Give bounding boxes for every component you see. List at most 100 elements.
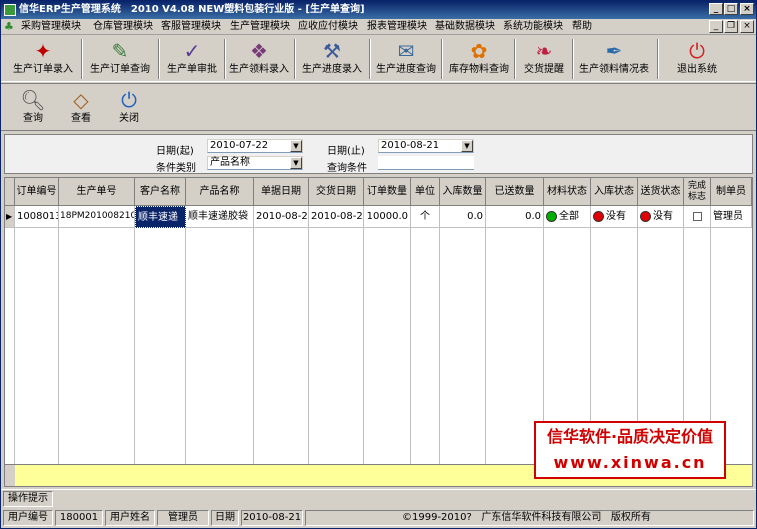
menu-basic-data[interactable]: 基础数据模块 (435, 20, 495, 34)
condition-input[interactable] (378, 156, 474, 170)
chevron-down-icon[interactable]: ▼ (461, 140, 473, 152)
cell-delivery-status[interactable]: 没有 (638, 206, 684, 228)
table-header: 订单编号 生产单号 客户名称 产品名称 单据日期 交货日期 订单数量 单位 入库… (5, 178, 752, 206)
query-button[interactable]: 🔍︎ 查询 (13, 87, 53, 129)
date-from-picker[interactable]: 2010-07-22 ▼ (207, 139, 303, 153)
row-indicator: ▶ (5, 206, 15, 228)
exit-system-button[interactable]: ⏻ 退出系统 (669, 38, 725, 80)
window-title: 信华ERP生产管理系统 2010 V4.08 NEW塑料包装行业版 - [生产单… (19, 4, 365, 15)
view-button[interactable]: ◇ 查看 (61, 87, 101, 129)
mdi-restore-icon[interactable]: ❐ (724, 20, 738, 33)
column-header[interactable]: 单据日期 (254, 178, 309, 206)
menu-system[interactable]: 系统功能模块 (503, 20, 563, 34)
magnifier-icon: 🔍︎ (20, 88, 46, 112)
progress-entry-button[interactable]: ⚒ 生产进度录入 (299, 38, 365, 80)
mdi-close-icon[interactable]: × (740, 20, 754, 33)
column-header[interactable]: 生产单号 (59, 178, 135, 206)
cell-qty[interactable]: 10000.0 (364, 206, 411, 228)
chevron-down-icon[interactable]: ▼ (290, 140, 302, 152)
date-to-label: 日期(止) (327, 146, 365, 157)
cell-order-no[interactable]: 1008013 (15, 206, 59, 228)
column-header[interactable]: 产品名称 (186, 178, 254, 206)
power-icon: ⏻ (689, 39, 705, 63)
production-order-query-button[interactable]: ✎ 生产订单查询 (85, 38, 155, 80)
cell-in-status[interactable]: 没有 (591, 206, 638, 228)
grid-line (58, 206, 59, 486)
title-bar: 信华ERP生产管理系统 2010 V4.08 NEW塑料包装行业版 - [生产单… (1, 1, 756, 19)
hint-label: 操作提示 (3, 491, 53, 507)
menu-purchase[interactable]: 采购管理模块 (21, 20, 81, 34)
condition-label: 查询条件 (327, 163, 367, 174)
menu-bar: ♣ 采购管理模块 仓库管理模块 客服管理模块 生产管理模块 应收应付模块 报表管… (1, 19, 756, 35)
cell-delivery-date[interactable]: 2010-08-21 (309, 206, 364, 228)
flower-icon: ✿ (470, 39, 488, 63)
company-name: 广东信华软件科技有限公司 (481, 512, 602, 523)
material-icon: ❖ (250, 39, 268, 63)
toolbar-separator (572, 39, 574, 79)
promo-slogan: 信华软件·品质决定价值 (546, 427, 714, 446)
cell-creator[interactable]: 管理员 (711, 206, 752, 228)
menu-reports[interactable]: 报表管理模块 (367, 20, 427, 34)
close-button[interactable]: ⏻ 关闭 (109, 87, 149, 129)
cell-complete-flag[interactable] (684, 206, 711, 228)
cell-unit[interactable]: 个 (411, 206, 440, 228)
inventory-query-button[interactable]: ✿ 库存物料查询 (446, 38, 512, 80)
column-header[interactable]: 材料状态 (544, 178, 591, 206)
complete-checkbox[interactable] (692, 211, 702, 221)
cell-doc-date[interactable]: 2010-08-21 (254, 206, 309, 228)
production-approve-button[interactable]: ✓ 生产单审批 (163, 38, 221, 80)
status-green-icon (546, 210, 557, 222)
grid-line (253, 206, 254, 486)
column-header[interactable]: 送货状态 (638, 178, 684, 206)
toolbar-separator (224, 39, 226, 79)
cell-sent-qty[interactable]: 0.0 (486, 206, 544, 228)
cell-customer[interactable]: 顺丰速递 (135, 206, 186, 228)
column-header[interactable]: 完成标志 (684, 178, 711, 206)
progress-query-button[interactable]: ✉ 生产进度查询 (374, 38, 438, 80)
column-header[interactable]: 订单编号 (15, 178, 59, 206)
menu-warehouse[interactable]: 仓库管理模块 (93, 20, 153, 34)
status-bar: 用户编号 180001 用户姓名 管理员 日期 2010-08-21 ©1999… (1, 508, 756, 528)
menu-production[interactable]: 生产管理模块 (230, 20, 290, 34)
user-id-value: 180001 (55, 510, 103, 526)
minimize-icon[interactable]: _ (709, 3, 723, 15)
toolbar-separator (369, 39, 371, 79)
production-order-entry-button[interactable]: ✦ 生产订单录入 (9, 38, 77, 80)
delivery-reminder-button[interactable]: ❧ 交货提醒 (519, 38, 569, 80)
menu-finance[interactable]: 应收应付模块 (298, 20, 358, 34)
menu-help[interactable]: 帮助 (572, 20, 592, 34)
cell-product[interactable]: 顺丰速递胶袋 (186, 206, 254, 228)
column-header[interactable]: 单位 (411, 178, 440, 206)
mdi-minimize-icon[interactable]: _ (709, 20, 723, 33)
column-header[interactable]: 制单员 (711, 178, 752, 206)
module-toolbar: ✦ 生产订单录入 ✎ 生产订单查询 ✓ 生产单审批 ❖ 生产领料录入 ⚒ 生产进… (1, 36, 756, 82)
column-header[interactable]: 交货日期 (309, 178, 364, 206)
column-header[interactable]: 入库状态 (591, 178, 638, 206)
column-header[interactable]: 入库数量 (440, 178, 486, 206)
promo-banner: 信华软件·品质决定价值 www.xinwa.cn (534, 421, 726, 479)
date-value: 2010-08-21 (241, 510, 303, 526)
column-header[interactable]: 已送数量 (486, 178, 544, 206)
requisition-report-button[interactable]: ✒ 生产领料情况表 (577, 38, 651, 80)
filter-panel: 日期(起) 2010-07-22 ▼ 日期(止) 2010-08-21 ▼ 条件… (4, 134, 753, 174)
cell-production-no[interactable]: 18PM20100821001 (59, 206, 135, 228)
date-to-picker[interactable]: 2010-08-21 ▼ (378, 139, 474, 153)
material-requisition-entry-button[interactable]: ❖ 生产领料录入 (228, 38, 290, 80)
cell-in-qty[interactable]: 0.0 (440, 206, 486, 228)
table-row[interactable]: ▶ 1008013 18PM20100821001 顺丰速递 顺丰速递胶袋 20… (5, 206, 752, 228)
promo-url: www.xinwa.cn (553, 453, 707, 472)
status-red-icon (640, 210, 651, 222)
date-label: 日期 (211, 510, 239, 526)
grid-line (439, 206, 440, 486)
category-label: 条件类别 (156, 163, 196, 174)
chevron-down-icon[interactable]: ▼ (290, 157, 302, 169)
maximize-icon[interactable]: □ (724, 3, 738, 15)
category-select[interactable]: 产品名称 ▼ (207, 156, 303, 170)
column-header[interactable]: 客户名称 (135, 178, 186, 206)
main-window: 信华ERP生产管理系统 2010 V4.08 NEW塑料包装行业版 - [生产单… (0, 0, 757, 529)
cell-material-status[interactable]: 全部 (544, 206, 591, 228)
menu-service[interactable]: 客服管理模块 (161, 20, 221, 34)
column-header[interactable]: 订单数量 (364, 178, 411, 206)
copyright-text: ©1999-2010? (402, 512, 472, 523)
close-icon[interactable]: × (740, 3, 754, 15)
